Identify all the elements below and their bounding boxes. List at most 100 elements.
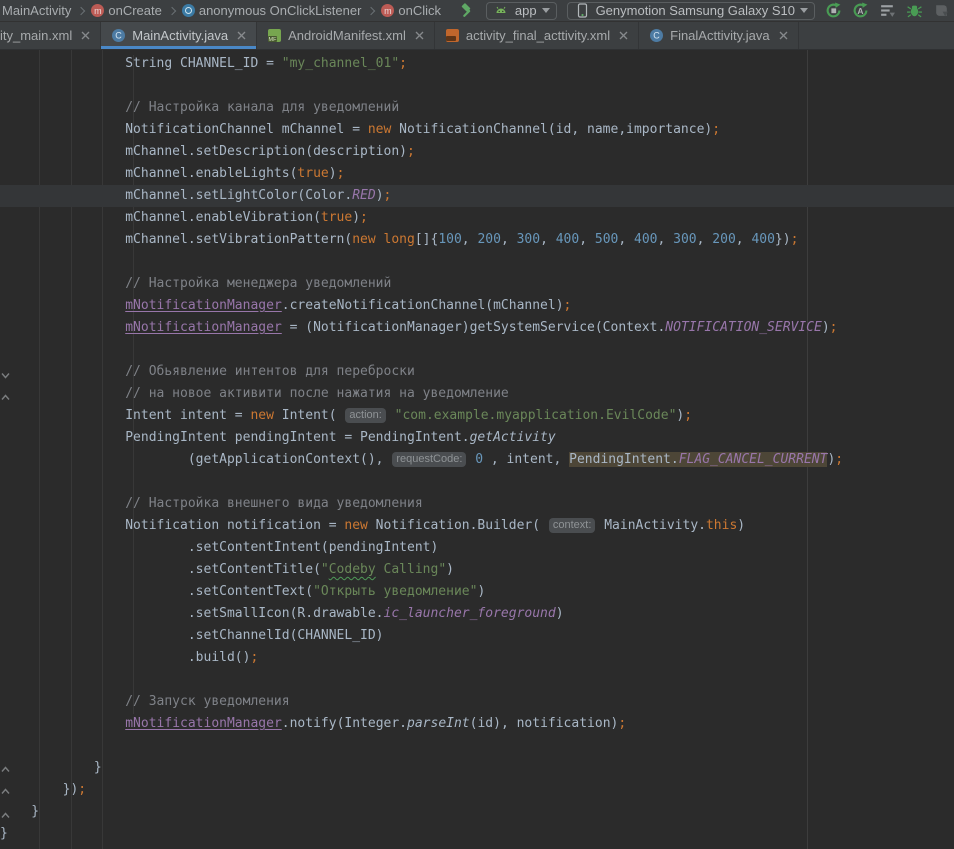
debug-icon[interactable] <box>906 2 923 19</box>
code-token: "my_channel_01" <box>282 56 399 71</box>
code-token: ) <box>329 166 337 181</box>
code-line[interactable]: // Настройка менеджера уведомлений <box>0 273 954 295</box>
code-line[interactable]: } <box>0 801 954 823</box>
chevron-down-icon <box>542 8 550 13</box>
code-token: new <box>368 122 391 137</box>
tab-FinalActtivity-java[interactable]: CFinalActtivity.java <box>639 22 798 49</box>
code-line[interactable]: } <box>0 823 954 845</box>
fold-marker-icon[interactable] <box>1 761 10 770</box>
code-token: Notification.Builder( <box>368 518 548 533</box>
code-line[interactable]: .setSmallIcon(R.drawable.ic_launcher_for… <box>0 603 954 625</box>
code-token: FLAG_CANCEL_CURRENT <box>679 452 828 467</box>
inlay-hint: action: <box>345 408 385 423</box>
manifest-icon: MF <box>267 28 282 43</box>
code-line[interactable]: .setContentIntent(pendingIntent) <box>0 537 954 559</box>
code-token: ) <box>556 606 564 621</box>
code-line[interactable]: .setChannelId(CHANNEL_ID) <box>0 625 954 647</box>
code-token: "Открыть уведомление" <box>313 584 477 599</box>
code-token: , intent, <box>483 452 569 467</box>
code-token: true <box>321 210 352 225</box>
code-line[interactable]: .build(); <box>0 647 954 669</box>
code-line[interactable]: Notification notification = new Notifica… <box>0 515 954 537</box>
code-token: 500 <box>595 232 618 247</box>
code-line[interactable]: .setContentTitle("Codeby Calling") <box>0 559 954 581</box>
close-icon[interactable] <box>415 31 424 40</box>
code-line[interactable]: mNotificationManager.notify(Integer.pars… <box>0 713 954 735</box>
code-token: ; <box>78 782 86 797</box>
build-hammer-icon[interactable] <box>459 2 476 19</box>
attach-debugger-icon[interactable] <box>933 2 950 19</box>
profiler-icon[interactable] <box>879 2 896 19</box>
device-select[interactable]: Genymotion Samsung Galaxy S10 <box>567 2 815 20</box>
apply-code-changes-icon[interactable]: A <box>852 2 869 19</box>
code-token: new <box>352 232 375 247</box>
code-line[interactable]: mNotificationManager = (NotificationMana… <box>0 317 954 339</box>
code-token: ; <box>360 210 368 225</box>
close-icon[interactable] <box>237 31 246 40</box>
code-token: this <box>706 518 737 533</box>
tab-activity_final_acttivity-xml[interactable]: activity_final_acttivity.xml <box>435 22 639 49</box>
code-line[interactable]: PendingIntent pendingIntent = PendingInt… <box>0 427 954 449</box>
code-token: } <box>0 826 8 841</box>
java-class-icon: C <box>649 28 664 43</box>
code-line[interactable]: (getApplicationContext(), requestCode: 0… <box>0 449 954 471</box>
code-token: ; <box>835 452 843 467</box>
breadcrumb-item[interactable]: onClick <box>398 3 441 18</box>
code-token: .setContentText( <box>0 584 313 599</box>
code-line[interactable]: mNotificationManager.createNotificationC… <box>0 295 954 317</box>
code-line[interactable]: // на новое активити после нажатия на ув… <box>0 383 954 405</box>
code-token: true <box>297 166 328 181</box>
run-configuration-select[interactable]: app <box>486 2 557 20</box>
code-token: ; <box>830 320 838 335</box>
code-token: mChannel.setDescription(description) <box>0 144 407 159</box>
code-token: NotificationChannel(id, name,importance) <box>391 122 712 137</box>
tab-MainActivity-java[interactable]: CMainActivity.java <box>101 22 257 49</box>
code-line[interactable] <box>0 471 954 493</box>
code-line[interactable] <box>0 669 954 691</box>
code-line[interactable]: // Запуск уведомления <box>0 691 954 713</box>
close-icon[interactable] <box>779 31 788 40</box>
fold-marker-icon[interactable] <box>1 389 10 398</box>
code-line[interactable]: Intent intent = new Intent( action: "com… <box>0 405 954 427</box>
code-token: ) <box>737 518 745 533</box>
code-line[interactable]: mChannel.setVibrationPattern(new long[]{… <box>0 229 954 251</box>
method-icon: m <box>91 4 104 17</box>
code-token: RED <box>352 188 375 203</box>
code-line[interactable] <box>0 251 954 273</box>
code-area[interactable]: String CHANNEL_ID = "my_channel_01"; // … <box>0 50 954 845</box>
code-token: new <box>250 408 273 423</box>
breadcrumb-item[interactable]: onCreate <box>108 3 161 18</box>
code-editor[interactable]: String CHANNEL_ID = "my_channel_01"; // … <box>0 50 954 849</box>
fold-marker-icon[interactable] <box>1 807 10 816</box>
breadcrumb-item[interactable]: MainActivity <box>2 3 71 18</box>
code-line[interactable]: String CHANNEL_ID = "my_channel_01"; <box>0 53 954 75</box>
code-line[interactable]: } <box>0 757 954 779</box>
code-line[interactable]: mChannel.enableLights(true); <box>0 163 954 185</box>
fold-marker-icon[interactable] <box>1 367 10 376</box>
fold-marker-icon[interactable] <box>1 783 10 792</box>
tab-ity_main-xml[interactable]: ity_main.xml <box>0 22 101 49</box>
code-line[interactable] <box>0 735 954 757</box>
code-line[interactable]: }); <box>0 779 954 801</box>
java-class-icon: C <box>111 28 126 43</box>
close-icon[interactable] <box>81 31 90 40</box>
code-line[interactable] <box>0 75 954 97</box>
code-line[interactable]: mChannel.enableVibration(true); <box>0 207 954 229</box>
code-line[interactable] <box>0 339 954 361</box>
close-icon[interactable] <box>619 31 628 40</box>
code-line[interactable]: // Настройка внешнего вида уведомления <box>0 493 954 515</box>
code-line[interactable]: // Настройка канала для уведомлений <box>0 97 954 119</box>
tab-label: ity_main.xml <box>0 28 72 43</box>
breadcrumb-item[interactable]: anonymous OnClickListener <box>199 3 362 18</box>
code-token: ; <box>337 166 345 181</box>
code-line[interactable]: mChannel.setDescription(description); <box>0 141 954 163</box>
tab-AndroidManifest-xml[interactable]: MFAndroidManifest.xml <box>257 22 435 49</box>
code-line[interactable]: // Обьявление интентов для переброски <box>0 361 954 383</box>
code-line[interactable]: .setContentText("Открыть уведомление") <box>0 581 954 603</box>
code-token: , <box>658 232 674 247</box>
code-token: } <box>0 760 102 775</box>
apply-changes-restart-icon[interactable] <box>825 2 842 19</box>
code-line[interactable]: mChannel.setLightColor(Color.RED); <box>0 185 954 207</box>
code-line[interactable]: NotificationChannel mChannel = new Notif… <box>0 119 954 141</box>
code-token: ) <box>446 562 454 577</box>
